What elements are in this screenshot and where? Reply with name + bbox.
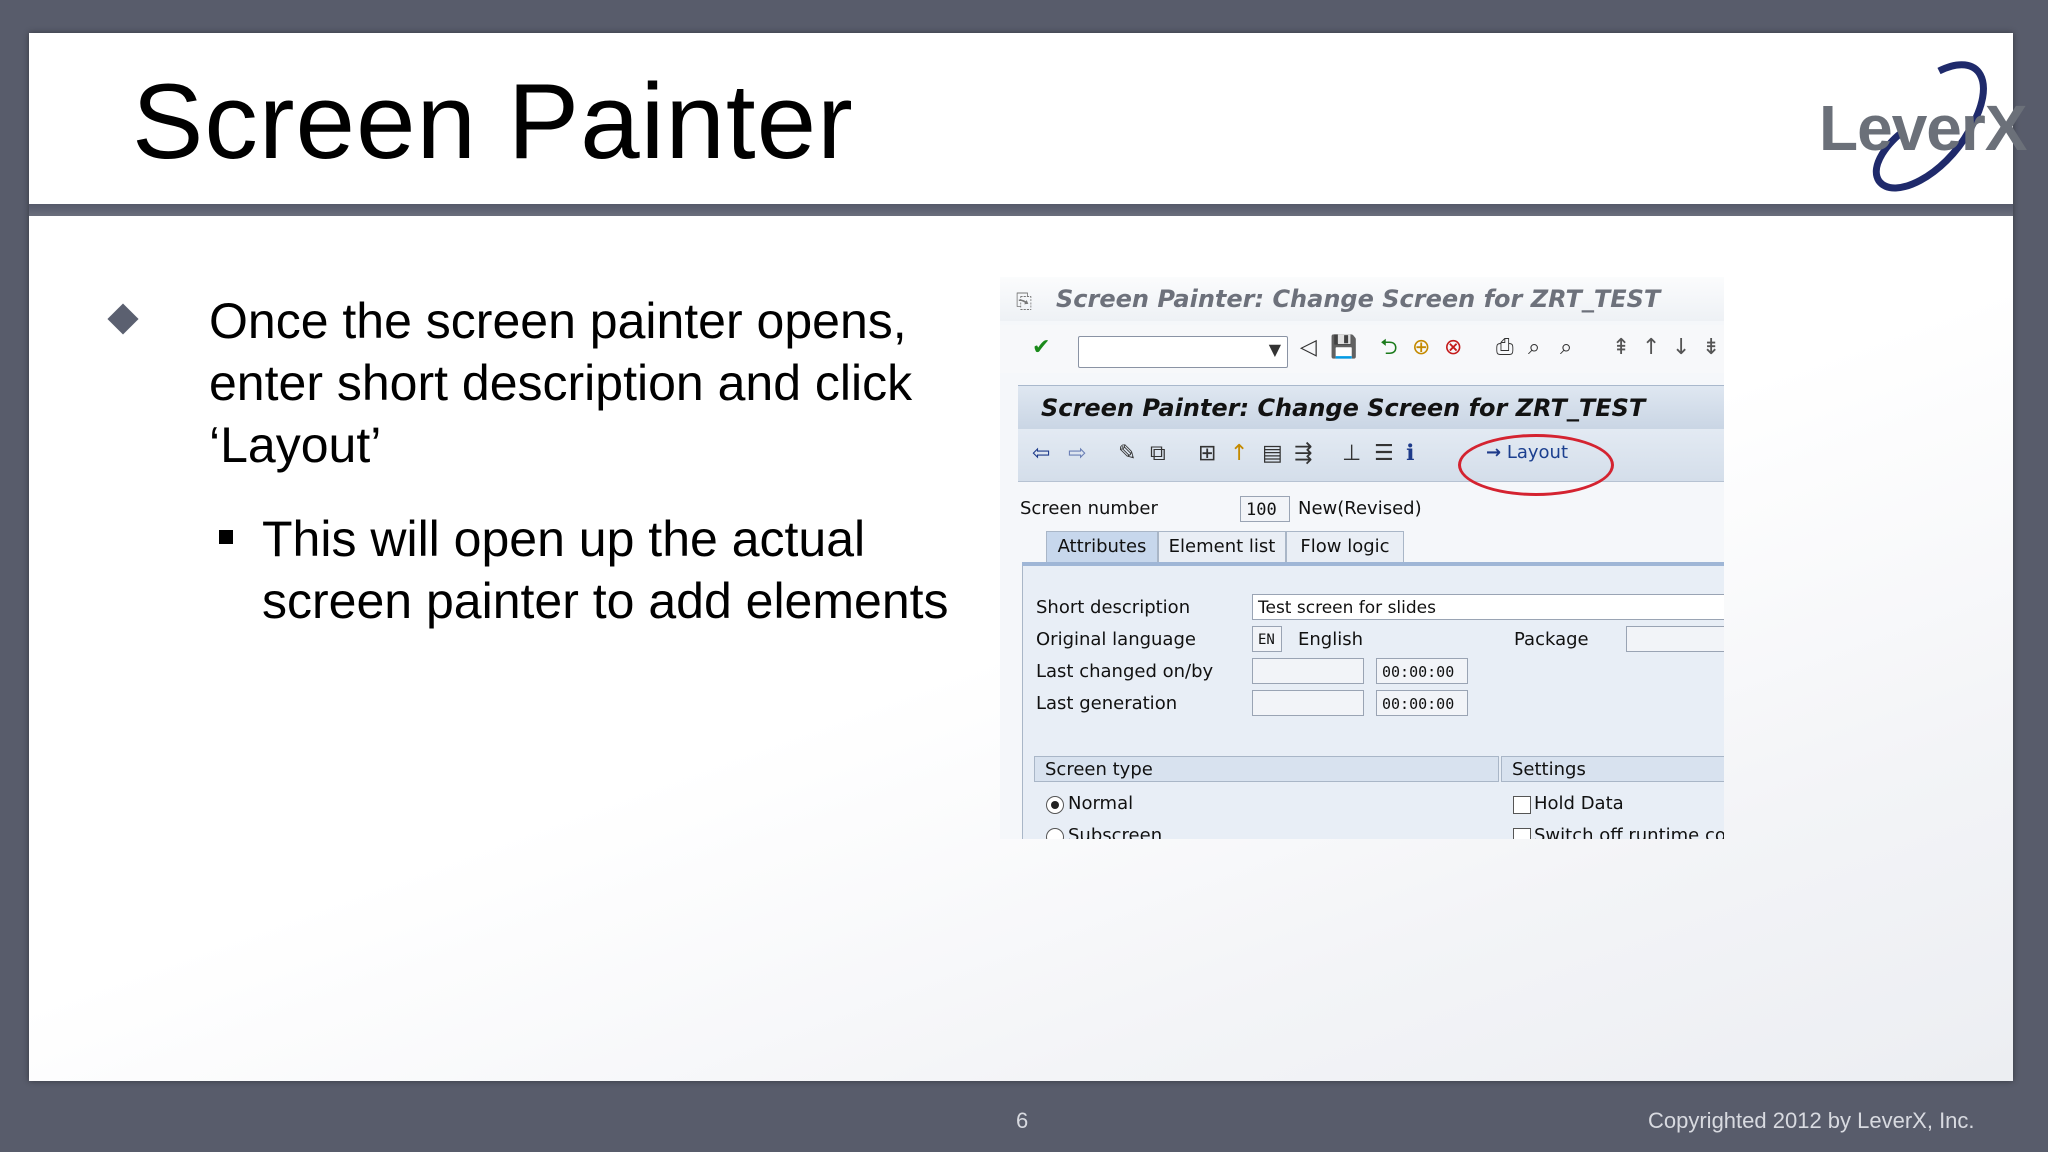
- language-code-field: EN: [1252, 626, 1282, 652]
- check-icon[interactable]: ⊞: [1198, 441, 1216, 467]
- package-label: Package: [1514, 629, 1589, 650]
- bullet-2-text: This will open up the actual screen pain…: [262, 511, 949, 629]
- screen-type-header: Screen type: [1034, 756, 1499, 782]
- copyright-text: Copyrighted 2012 by LeverX, Inc.: [1648, 1108, 1975, 1133]
- radio-subscreen[interactable]: [1046, 828, 1064, 839]
- other-object-icon[interactable]: ⧉: [1150, 441, 1166, 467]
- logo-text: LeverX: [1819, 92, 2027, 164]
- screen-number-field: 100: [1240, 496, 1290, 522]
- last-generation-label: Last generation: [1036, 693, 1178, 714]
- print-icon[interactable]: ⎙: [1496, 335, 1514, 361]
- back-icon[interactable]: ⮌: [1380, 335, 1398, 361]
- title-band: Screen Painter LeverX: [29, 33, 2027, 204]
- enter-check-icon[interactable]: ✔: [1032, 335, 1050, 361]
- settings-header: Settings: [1501, 756, 1724, 782]
- leverx-logo: LeverX: [1819, 51, 2027, 201]
- tab-attributes[interactable]: Attributes: [1046, 531, 1158, 562]
- cancel-icon[interactable]: ⊗: [1444, 335, 1462, 361]
- checkbox-switch-off-runtime-label: Switch off runtime com: [1534, 825, 1724, 839]
- forward-arrow-icon[interactable]: ⇨: [1068, 441, 1086, 467]
- back-arrow-icon[interactable]: ⇦: [1032, 441, 1050, 467]
- screen-status: New(Revised): [1298, 498, 1422, 519]
- last-changed-date-field: [1252, 658, 1364, 684]
- radio-normal[interactable]: [1046, 796, 1064, 814]
- title-divider: [29, 204, 2013, 216]
- activate-icon[interactable]: ↑: [1230, 441, 1248, 467]
- sap-screenshot: ⎘ Screen Painter: Change Screen for ZRT_…: [1000, 277, 1724, 839]
- collapse-arrow-icon[interactable]: ◁: [1300, 335, 1317, 361]
- layout-highlight-circle: [1458, 434, 1614, 496]
- stack-icon[interactable]: ☰: [1374, 441, 1394, 467]
- sap-window-titlebar: ⎘ Screen Painter: Change Screen for ZRT_…: [1000, 277, 1724, 321]
- tab-element-list[interactable]: Element list: [1158, 531, 1286, 562]
- save-icon[interactable]: 💾: [1330, 335, 1357, 361]
- sap-application-toolbar: ⇦ ⇨ ✎ ⧉ ⊞ ↑ ▤ ⇶ ⊥ ☰ ℹ → Layout: [1018, 429, 1724, 482]
- radio-subscreen-label: Subscreen: [1068, 825, 1163, 839]
- last-generation-date-field: [1252, 690, 1364, 716]
- bullet-1-text: Once the screen painter opens, enter sho…: [209, 293, 913, 473]
- language-name: English: [1298, 629, 1363, 650]
- screen-number-label: Screen number: [1020, 498, 1158, 519]
- sap-screen-header: Screen Painter: Change Screen for ZRT_TE…: [1018, 385, 1724, 430]
- command-field[interactable]: ▼: [1078, 336, 1288, 368]
- info-icon[interactable]: ℹ: [1406, 441, 1414, 467]
- display-change-icon[interactable]: ✎: [1118, 441, 1136, 467]
- radio-normal-label: Normal: [1068, 793, 1134, 814]
- tab-panel-top-border: [1022, 562, 1724, 566]
- slide-title: Screen Painter: [132, 61, 854, 181]
- previous-page-icon[interactable]: ↑: [1642, 335, 1660, 361]
- find-icon[interactable]: ⌕: [1528, 335, 1540, 361]
- tab-flow-logic[interactable]: Flow logic: [1286, 531, 1404, 562]
- hierarchy-icon[interactable]: ⊥: [1342, 441, 1361, 467]
- bullet-square-icon: [219, 530, 233, 544]
- find-next-icon[interactable]: ⌕: [1560, 335, 1572, 361]
- last-changed-label: Last changed on/by: [1036, 661, 1214, 682]
- last-page-icon[interactable]: ⇟: [1702, 335, 1720, 361]
- original-language-label: Original language: [1036, 629, 1196, 650]
- package-field: [1626, 626, 1724, 652]
- checkbox-hold-data-label: Hold Data: [1534, 793, 1624, 814]
- next-page-icon[interactable]: ↓: [1672, 335, 1690, 361]
- checkbox-switch-off-runtime[interactable]: [1513, 828, 1531, 839]
- first-page-icon[interactable]: ⇞: [1612, 335, 1630, 361]
- page-number: 6: [1016, 1108, 1029, 1133]
- short-description-label: Short description: [1036, 597, 1191, 618]
- exit-icon[interactable]: ⊕: [1412, 335, 1430, 361]
- sap-screen-title: Screen Painter: Change Screen for ZRT_TE…: [1041, 394, 1646, 422]
- window-menu-icon[interactable]: ⎘: [1016, 289, 1032, 313]
- checkbox-hold-data[interactable]: [1513, 796, 1531, 814]
- sap-window-title: Screen Painter: Change Screen for ZRT_TE…: [1056, 285, 1661, 313]
- last-generation-time-field: 00:00:00: [1376, 690, 1468, 716]
- where-used-icon[interactable]: ⇶: [1294, 441, 1312, 467]
- last-changed-time-field: 00:00:00: [1376, 658, 1468, 684]
- test-icon[interactable]: ▤: [1262, 441, 1283, 467]
- command-dropdown-icon[interactable]: ▼: [1269, 340, 1281, 359]
- short-description-input[interactable]: Test screen for slides: [1252, 594, 1724, 620]
